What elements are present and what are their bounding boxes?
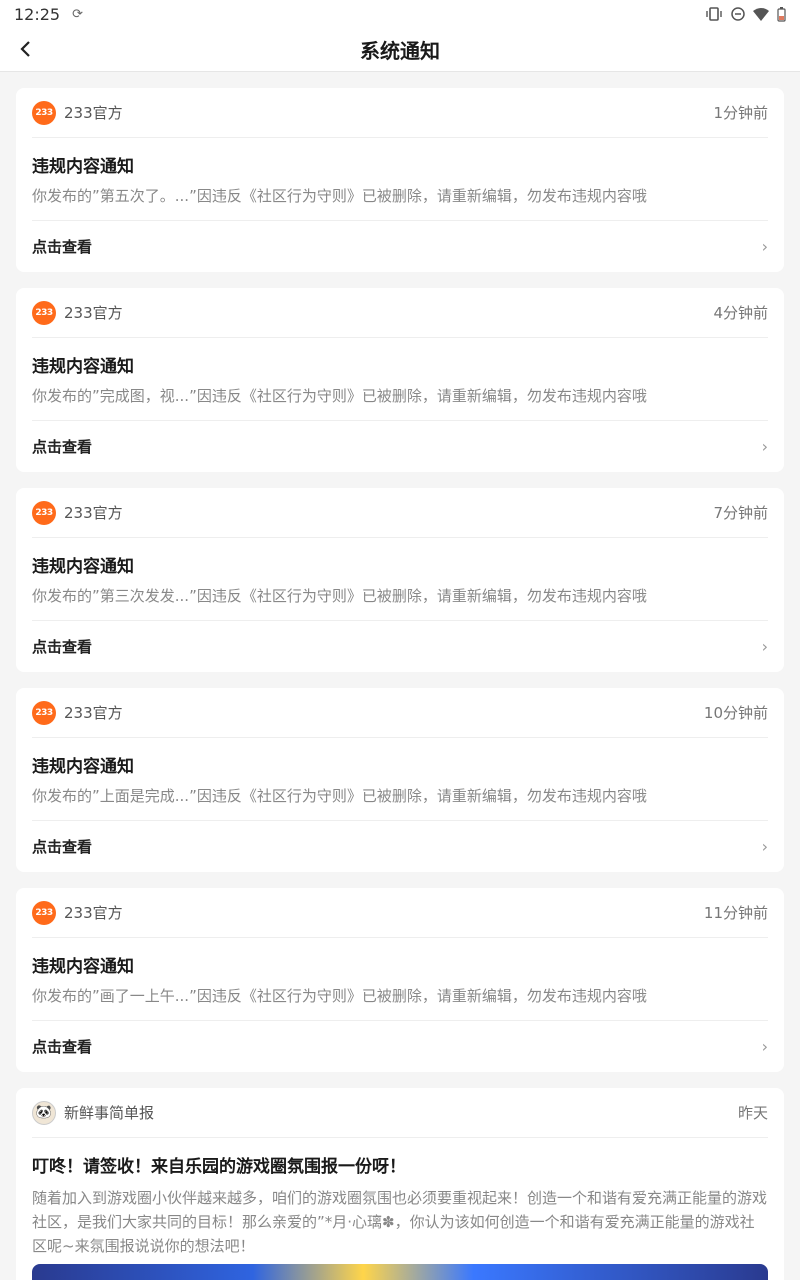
card-header: 233 233官方 10分钟前 <box>32 688 768 738</box>
view-detail-label: 点击查看 <box>32 238 93 256</box>
status-bar: 12:25 ⟳ <box>0 0 800 28</box>
notification-body: 你发布的”上面是完成...”因违反《社区行为守则》已被删除，请重新编辑，勿发布违… <box>32 787 647 805</box>
chevron-right-icon: › <box>761 437 768 456</box>
notification-body: 你发布的”第三次发发...”因违反《社区行为守则》已被删除，请重新编辑，勿发布违… <box>32 587 647 605</box>
sender-name: 233官方 <box>64 704 123 722</box>
brand-logo: 233 <box>32 300 56 325</box>
timestamp: 1分钟前 <box>713 104 768 122</box>
view-detail-row[interactable]: 点击查看 › <box>32 620 768 672</box>
brand-logo: 233 <box>32 700 56 725</box>
notification-list: 233 233官方 1分钟前 违规内容通知 你发布的”第五次了。...”因违反《… <box>16 88 784 1280</box>
view-detail-label: 点击查看 <box>32 638 93 656</box>
timestamp: 昨天 <box>737 1104 768 1122</box>
notification-body: 你发布的”完成图，视...”因违反《社区行为守则》已被删除，请重新编辑，勿发布违… <box>32 387 647 405</box>
wifi-icon <box>753 7 769 21</box>
sender-name: 233官方 <box>64 104 123 122</box>
sync-icon: ⟳ <box>72 6 84 22</box>
notification-card[interactable]: 233 233官方 10分钟前 违规内容通知 你发布的”上面是完成...”因违反… <box>16 688 784 872</box>
timestamp: 10分钟前 <box>703 704 768 722</box>
view-detail-label: 点击查看 <box>32 838 93 856</box>
card-header: 233 233官方 1分钟前 <box>32 88 768 138</box>
back-button[interactable] <box>10 34 40 64</box>
news-card[interactable]: 🐼 新鲜事简单报 昨天 叮咚！请签收！来自乐园的游戏圈氛围报一份呀！ 随着加入到… <box>16 1088 784 1280</box>
card-header: 233 233官方 7分钟前 <box>32 488 768 538</box>
timestamp: 11分钟前 <box>703 904 768 922</box>
page-title: 系统通知 <box>360 39 440 63</box>
back-arrow-icon <box>20 41 30 57</box>
notification-body: 你发布的”画了一上午...”因违反《社区行为守则》已被删除，请重新编辑，勿发布违… <box>32 987 647 1005</box>
brand-logo: 233 <box>32 500 56 525</box>
news-title: 叮咚！请签收！来自乐园的游戏圈氛围报一份呀！ <box>32 1157 406 1177</box>
sender-name: 新鲜事简单报 <box>64 1104 155 1122</box>
card-header: 🐼 新鲜事简单报 昨天 <box>32 1088 768 1138</box>
sender-name: 233官方 <box>64 904 123 922</box>
news-avatar: 🐼 <box>32 1100 56 1125</box>
notification-title: 违规内容通知 <box>32 357 134 377</box>
notification-title: 违规内容通知 <box>32 957 134 977</box>
chevron-right-icon: › <box>761 1037 768 1056</box>
notification-card[interactable]: 233 233官方 1分钟前 违规内容通知 你发布的”第五次了。...”因违反《… <box>16 88 784 272</box>
notification-title: 违规内容通知 <box>32 557 134 577</box>
timestamp: 7分钟前 <box>713 504 768 522</box>
status-icons <box>705 6 786 22</box>
view-detail-row[interactable]: 点击查看 › <box>32 420 768 472</box>
chevron-right-icon: › <box>761 837 768 856</box>
battery-icon <box>777 6 786 22</box>
sender-name: 233官方 <box>64 304 123 322</box>
do-not-disturb-icon <box>731 7 745 21</box>
app-bar: 系统通知 <box>0 28 800 72</box>
chevron-right-icon: › <box>761 237 768 256</box>
card-header: 233 233官方 11分钟前 <box>32 888 768 938</box>
notification-card[interactable]: 233 233官方 7分钟前 违规内容通知 你发布的”第三次发发...”因违反《… <box>16 488 784 672</box>
card-header: 233 233官方 4分钟前 <box>32 288 768 338</box>
sender-name: 233官方 <box>64 504 123 522</box>
notification-title: 违规内容通知 <box>32 757 134 777</box>
view-detail-row[interactable]: 点击查看 › <box>32 820 768 872</box>
news-banner-image[interactable] <box>32 1264 768 1280</box>
news-body: 随着加入到游戏圈小伙伴越来越多，咱们的游戏圈氛围也必须要重视起来！创造一个和谐有… <box>32 1189 768 1255</box>
chevron-right-icon: › <box>761 637 768 656</box>
view-detail-row[interactable]: 点击查看 › <box>32 1020 768 1072</box>
notification-card[interactable]: 233 233官方 4分钟前 违规内容通知 你发布的”完成图，视...”因违反《… <box>16 288 784 472</box>
vibrate-icon <box>706 7 722 21</box>
timestamp: 4分钟前 <box>713 304 768 322</box>
notification-card[interactable]: 233 233官方 11分钟前 违规内容通知 你发布的”画了一上午...”因违反… <box>16 888 784 1072</box>
view-detail-row[interactable]: 点击查看 › <box>32 220 768 272</box>
status-time: 12:25 <box>14 4 61 24</box>
notification-title: 违规内容通知 <box>32 157 134 177</box>
brand-logo: 233 <box>32 900 56 925</box>
view-detail-label: 点击查看 <box>32 438 93 456</box>
brand-logo: 233 <box>32 100 56 125</box>
notification-body: 你发布的”第五次了。...”因违反《社区行为守则》已被删除，请重新编辑，勿发布违… <box>32 187 647 205</box>
view-detail-label: 点击查看 <box>32 1038 93 1056</box>
